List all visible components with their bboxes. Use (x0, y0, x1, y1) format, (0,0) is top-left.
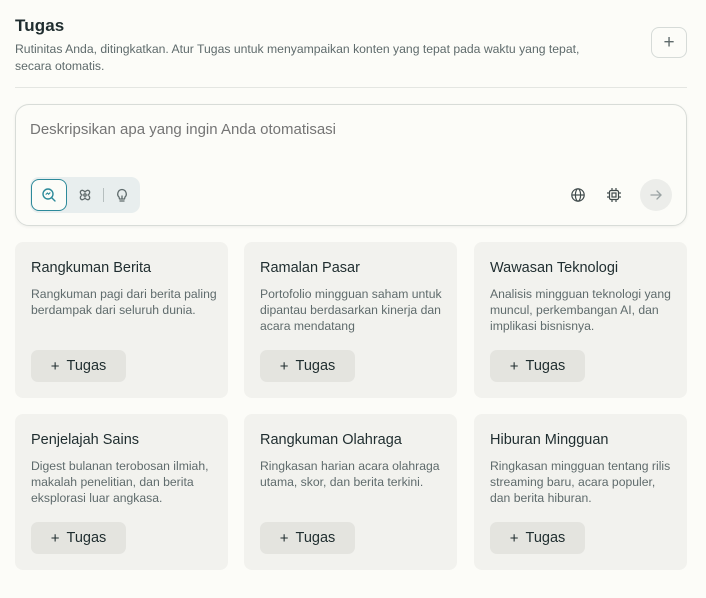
card-title: Rangkuman Olahraga (260, 432, 402, 448)
prompt-input[interactable] (30, 121, 650, 138)
plus-icon: + (279, 529, 289, 547)
submit-button[interactable] (640, 179, 672, 211)
task-card[interactable]: Hiburan Mingguan Ringkasan mingguan tent… (474, 414, 687, 570)
card-button-label: Tugas (66, 358, 107, 374)
plus-icon: + (509, 357, 519, 375)
card-description: Rangkuman pagi dari berita paling berdam… (31, 287, 217, 317)
card-button-label: Tugas (295, 530, 336, 546)
plus-icon: + (663, 32, 675, 53)
card-button-label: Tugas (295, 358, 336, 374)
card-description: Digest bulanan terobosan ilmiah, makalah… (31, 459, 209, 505)
page-title: Tugas (15, 16, 65, 35)
task-card[interactable]: Rangkuman Berita Rangkuman pagi dari ber… (15, 242, 228, 398)
add-task-card-button[interactable]: + Tugas (490, 350, 585, 382)
sparkle-icon (79, 189, 91, 201)
prompt-box (15, 104, 687, 226)
search-icon (42, 188, 56, 202)
card-button-label: Tugas (525, 530, 566, 546)
mode-selector (30, 177, 140, 213)
card-button-label: Tugas (525, 358, 566, 374)
prompt-tools (562, 179, 672, 211)
card-title: Wawasan Teknologi (490, 260, 619, 276)
add-task-card-button[interactable]: + Tugas (260, 522, 355, 554)
source-button[interactable] (562, 179, 594, 211)
mode-idea-button[interactable] (104, 179, 140, 211)
add-task-button[interactable]: + (651, 27, 687, 58)
card-title: Hiburan Mingguan (490, 432, 609, 448)
plus-icon: + (279, 357, 289, 375)
globe-icon (571, 188, 585, 202)
task-card[interactable]: Wawasan Teknologi Analisis mingguan tekn… (474, 242, 687, 398)
plus-icon: + (509, 529, 519, 547)
card-description: Ringkasan harian acara olahraga utama, s… (260, 459, 440, 489)
plus-icon: + (50, 529, 60, 547)
card-description: Portofolio mingguan saham untuk dipantau… (260, 287, 442, 333)
task-card[interactable]: Penjelajah Sains Digest bulanan terobosa… (15, 414, 228, 570)
chip-icon (607, 188, 621, 202)
card-title: Ramalan Pasar (260, 260, 360, 276)
card-title: Penjelajah Sains (31, 432, 140, 448)
card-title: Rangkuman Berita (31, 260, 152, 276)
add-task-card-button[interactable]: + Tugas (490, 522, 585, 554)
page-header: Tugas Rutinitas Anda, ditingkatkan. Atur… (15, 16, 615, 74)
card-button-label: Tugas (66, 530, 107, 546)
model-button[interactable] (598, 179, 630, 211)
add-task-card-button[interactable]: + Tugas (31, 350, 126, 382)
task-card[interactable]: Ramalan Pasar Portofolio mingguan saham … (244, 242, 457, 398)
card-description: Ringkasan mingguan tentang rilis streami… (490, 459, 671, 505)
header-divider (15, 87, 687, 88)
mode-research-button[interactable] (67, 179, 103, 211)
arrow-right-icon (650, 190, 662, 200)
plus-icon: + (50, 357, 60, 375)
add-task-card-button[interactable]: + Tugas (31, 522, 126, 554)
lightbulb-icon (117, 188, 127, 202)
page-subtitle: Rutinitas Anda, ditingkatkan. Atur Tugas… (15, 42, 580, 73)
add-task-card-button[interactable]: + Tugas (260, 350, 355, 382)
mode-search-button[interactable] (31, 179, 67, 211)
task-card[interactable]: Rangkuman Olahraga Ringkasan harian acar… (244, 414, 457, 570)
card-description: Analisis mingguan teknologi yang muncul,… (490, 287, 671, 333)
